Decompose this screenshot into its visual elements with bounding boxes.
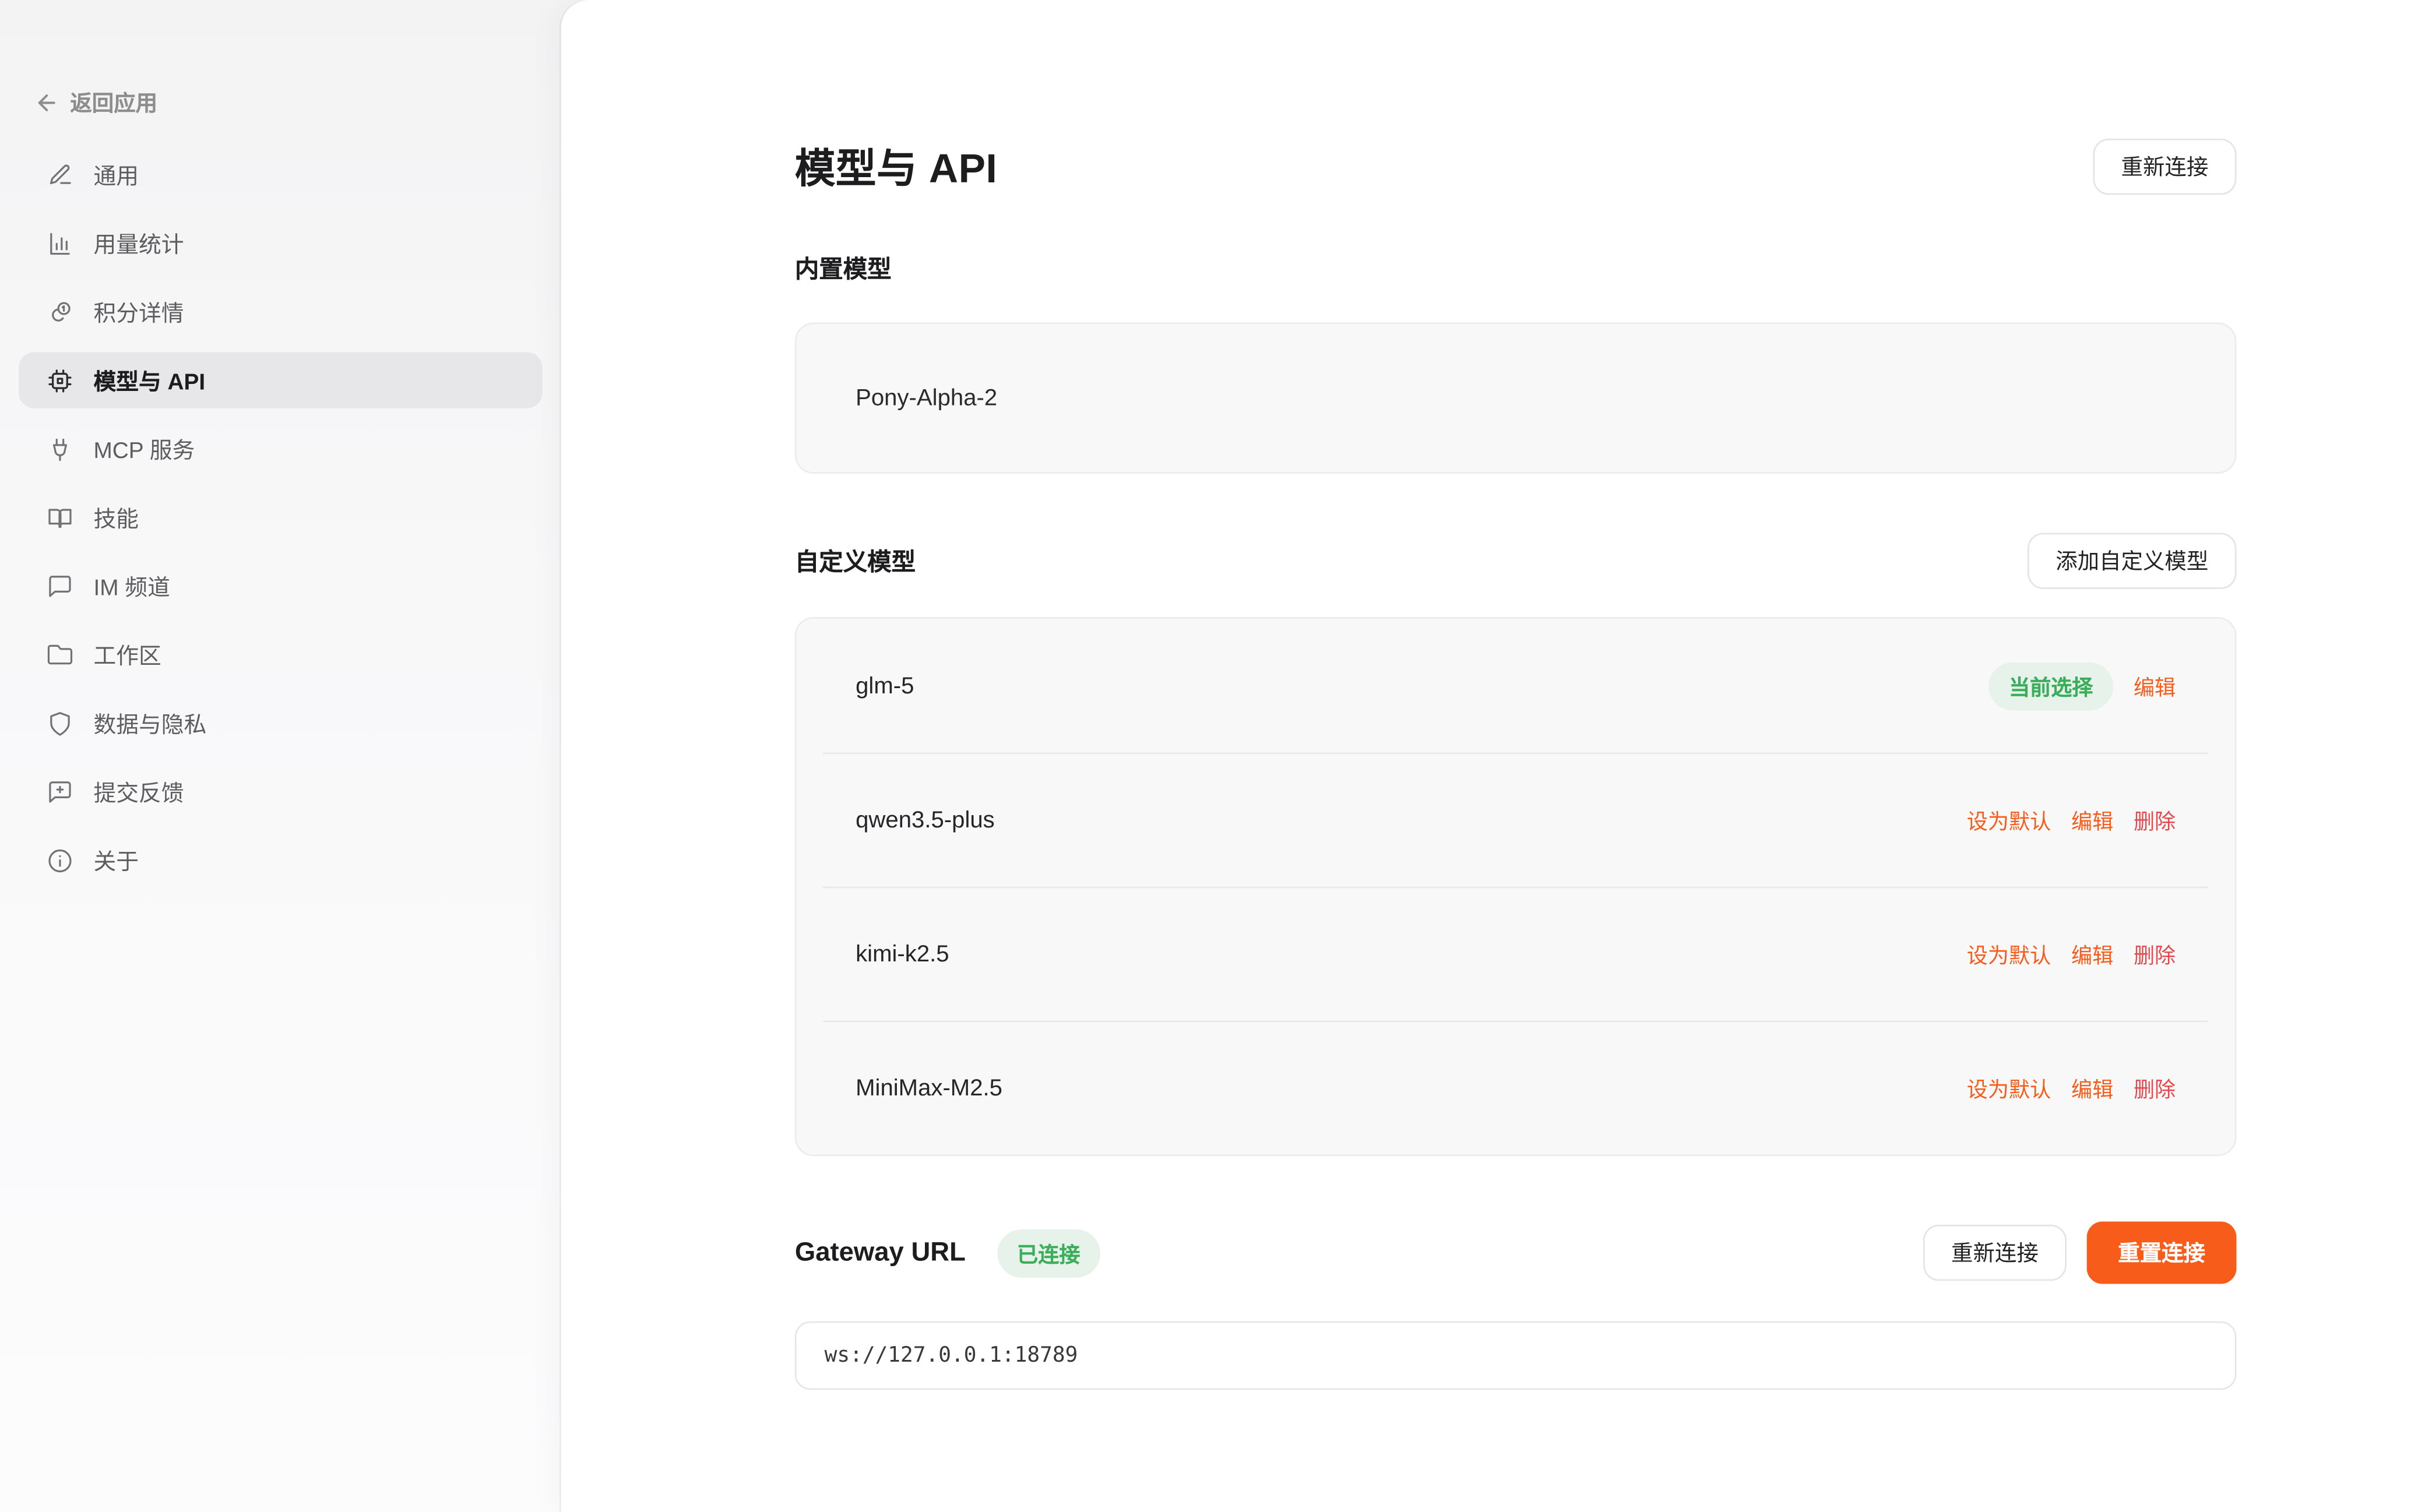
- sidebar-item-label: 模型与 API: [93, 364, 205, 396]
- add-custom-model-button[interactable]: 添加自定义模型: [2028, 533, 2236, 589]
- row-actions: 设为默认编辑删除: [1967, 1072, 2176, 1103]
- sidebar-item-label: 通用: [93, 158, 139, 191]
- pencil-icon: [47, 161, 73, 188]
- sidebar-item-6[interactable]: 技能: [19, 489, 543, 545]
- bar-chart-icon: [47, 230, 73, 256]
- edit-model-link[interactable]: 编辑: [2071, 938, 2113, 969]
- sidebar-item-label: 数据与隐私: [93, 707, 206, 739]
- info-icon: [47, 847, 73, 873]
- builtin-models-card: Pony-Alpha-2: [795, 323, 2237, 474]
- edit-model-link[interactable]: 编辑: [2071, 1072, 2113, 1103]
- chip-icon: [47, 367, 73, 393]
- models-api-panel: 模型与 API 重新连接 内置模型 Pony-Alpha-2 自定义模型 添加自…: [561, 0, 2425, 1512]
- gateway-buttons: 重新连接 重置连接: [1923, 1222, 2237, 1284]
- row-actions: 设为默认编辑删除: [1967, 938, 2176, 969]
- row-actions: 当前选择编辑: [1988, 661, 2176, 710]
- sidebar-item-7[interactable]: IM 频道: [19, 558, 543, 614]
- set-default-link[interactable]: 设为默认: [1967, 804, 2051, 835]
- book-open-icon: [47, 504, 73, 530]
- delete-model-link[interactable]: 删除: [2134, 938, 2176, 969]
- sidebar-item-1[interactable]: 通用: [19, 146, 543, 202]
- gateway-url-label: Gateway URL: [795, 1237, 966, 1268]
- connected-status-badge: 已连接: [997, 1229, 1100, 1277]
- sidebar-nav: 通用用量统计积分详情模型与 API MCP 服务技能 IM 频道工作区数据与隐私提交…: [19, 146, 543, 888]
- custom-model-row: kimi-k2.5 设为默认编辑删除: [797, 887, 2235, 1021]
- custom-models-header: 自定义模型 添加自定义模型: [795, 533, 2237, 589]
- gateway-left: Gateway URL 已连接: [795, 1229, 1100, 1277]
- sidebar: 返回应用 通用用量统计积分详情模型与 API MCP 服务技能 IM 频道工作区数据…: [0, 0, 561, 1512]
- builtin-model-name: Pony-Alpha-2: [797, 385, 2235, 411]
- settings-window: 返回应用 通用用量统计积分详情模型与 APIMCP 服务技能IM 频道工作区数据…: [0, 0, 2425, 1512]
- page-title: 模型与 API: [795, 137, 998, 195]
- sidebar-item-2[interactable]: 用量统计: [19, 215, 543, 271]
- chat-icon: [47, 573, 73, 599]
- row-actions: 设为默认编辑删除: [1967, 804, 2176, 835]
- gateway-url-input[interactable]: [795, 1321, 2237, 1390]
- sidebar-item-5[interactable]: MCP 服务: [19, 421, 543, 477]
- custom-model-row: glm-5 当前选择编辑: [797, 619, 2235, 753]
- edit-model-link[interactable]: 编辑: [2071, 804, 2113, 835]
- custom-model-row: MiniMax-M2.5 设为默认编辑删除: [797, 1021, 2235, 1155]
- sidebar-item-10[interactable]: 提交反馈: [19, 763, 543, 819]
- gateway-section: Gateway URL 已连接 重新连接 重置连接: [795, 1222, 2237, 1284]
- sidebar-item-label: IM 频道: [93, 569, 170, 602]
- delete-model-link[interactable]: 删除: [2134, 804, 2176, 835]
- shield-icon: [47, 710, 73, 736]
- custom-models-heading: 自定义模型: [795, 544, 916, 578]
- custom-model-name: qwen3.5-plus: [856, 806, 995, 833]
- custom-model-name: glm-5: [856, 672, 914, 699]
- sidebar-item-label: 提交反馈: [93, 775, 184, 808]
- sidebar-item-4[interactable]: 模型与 API: [19, 352, 543, 408]
- sidebar-item-label: 技能: [93, 501, 139, 534]
- sidebar-item-label: 工作区: [93, 638, 161, 671]
- coins-icon: [47, 298, 73, 325]
- reconnect-button-top[interactable]: 重新连接: [2093, 138, 2236, 194]
- current-selection-badge: 当前选择: [1988, 661, 2113, 710]
- back-to-app-button[interactable]: 返回应用: [19, 87, 543, 147]
- builtin-models-heading: 内置模型: [795, 251, 2237, 286]
- sidebar-item-label: 积分详情: [93, 295, 184, 328]
- delete-model-link[interactable]: 删除: [2134, 1072, 2176, 1103]
- custom-model-name: kimi-k2.5: [856, 940, 949, 967]
- plug-icon: [47, 435, 73, 461]
- back-arrow-icon: [34, 90, 59, 115]
- custom-model-name: MiniMax-M2.5: [856, 1074, 1002, 1101]
- gateway-reset-button[interactable]: 重置连接: [2087, 1222, 2237, 1284]
- custom-model-row: qwen3.5-plus 设为默认编辑删除: [797, 753, 2235, 887]
- sidebar-item-label: 用量统计: [93, 227, 184, 259]
- sidebar-item-11[interactable]: 关于: [19, 832, 543, 888]
- sidebar-item-9[interactable]: 数据与隐私: [19, 695, 543, 751]
- set-default-link[interactable]: 设为默认: [1967, 938, 2051, 969]
- panel-header: 模型与 API 重新连接: [795, 137, 2237, 195]
- gateway-reconnect-button[interactable]: 重新连接: [1923, 1225, 2067, 1281]
- sidebar-item-label: MCP 服务: [93, 432, 195, 465]
- feedback-icon: [47, 778, 73, 805]
- sidebar-item-label: 关于: [93, 844, 139, 876]
- sidebar-item-8[interactable]: 工作区: [19, 626, 543, 682]
- back-label: 返回应用: [70, 87, 157, 118]
- edit-model-link[interactable]: 编辑: [2134, 670, 2176, 701]
- folder-icon: [47, 641, 73, 667]
- set-default-link[interactable]: 设为默认: [1967, 1072, 2051, 1103]
- custom-model-list: glm-5当前选择编辑qwen3.5-plus设为默认编辑删除kimi-k2.5…: [795, 617, 2237, 1156]
- sidebar-item-3[interactable]: 积分详情: [19, 284, 543, 340]
